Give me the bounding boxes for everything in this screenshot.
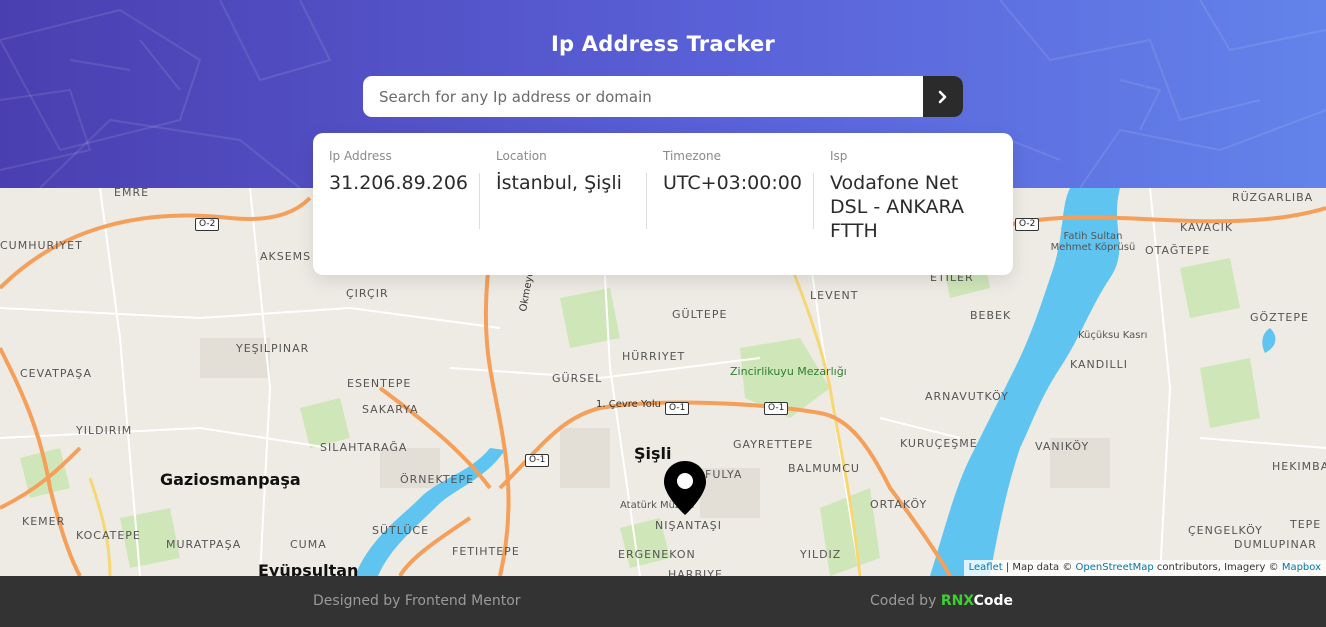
map-label: SAKARYA — [362, 403, 419, 416]
map-label: GÜRSEL — [552, 372, 603, 385]
map-label: KEMER — [22, 515, 66, 528]
map-label: ÇIRÇIR — [346, 287, 389, 300]
map-label: KURUÇEŞME — [900, 437, 978, 450]
poi-label: Fatih Sultan Mehmet Köprüsü — [1050, 231, 1136, 253]
map-label: DUMLUPINAR — [1234, 538, 1317, 551]
map-label: KOCATEPE — [76, 529, 141, 542]
map-label: FULYA — [705, 468, 743, 481]
attribution-text: contributors, Imagery © — [1153, 562, 1282, 573]
ip-address-label: Ip Address — [329, 149, 392, 163]
map-label: BALMUMCU — [788, 462, 860, 475]
designed-by-text: Designed by Frontend Mentor — [313, 593, 521, 609]
search-input[interactable] — [363, 76, 923, 117]
location-cell: Location İstanbul, Şişli — [479, 149, 663, 275]
map-label: ORTAKÖY — [870, 498, 928, 511]
map-label: YILDIZ — [800, 548, 842, 561]
map-label: GÜLTEPE — [672, 308, 728, 321]
ip-address-cell: Ip Address 31.206.89.206 — [329, 149, 496, 275]
map-label: GAYRETTEPE — [733, 438, 814, 451]
location-label: Location — [496, 149, 547, 163]
map-label: YILDIRIM — [76, 424, 133, 437]
location-pin-icon[interactable] — [662, 460, 708, 516]
map-label: YEŞILPINAR — [236, 342, 310, 355]
map-label: EMRE — [114, 188, 150, 199]
footer: Designed by Frontend Mentor Coded by RNX… — [0, 576, 1326, 627]
map-label: AKSEMS — [260, 250, 312, 263]
timezone-value: UTC+03:00:00 — [663, 172, 802, 194]
map-label: HÜRRIYET — [622, 350, 686, 363]
road-shield: O-1 — [764, 402, 789, 415]
road-shield: O-2 — [1015, 218, 1040, 231]
isp-value: Vodafone Net DSL - ANKARA FTTH — [830, 172, 964, 242]
map-label: BEBEK — [970, 309, 1012, 322]
map-label: RÜZGARLIBA — [1232, 191, 1314, 204]
map-label: ESENTEPE — [347, 377, 412, 390]
map-attribution: Leaflet | Map data © OpenStreetMap contr… — [963, 560, 1326, 576]
location-value: İstanbul, Şişli — [496, 172, 622, 194]
search-button[interactable] — [923, 76, 963, 117]
attribution-text: | Map data © — [1002, 562, 1076, 573]
timezone-cell: Timezone UTC+03:00:00 — [646, 149, 830, 275]
district-label: Eyüpsultan — [258, 561, 359, 576]
map-label: HARBIYE — [668, 568, 723, 576]
road-shield: O-2 — [195, 218, 220, 231]
map-label: OTAĞTEPE — [1145, 244, 1211, 257]
mapbox-link[interactable]: Mapbox — [1282, 562, 1321, 573]
poi-label: Zincirlikuyu Mezarlığı — [730, 365, 847, 378]
osm-link[interactable]: OpenStreetMap — [1076, 562, 1154, 573]
map-label: TEPE — [1290, 518, 1322, 531]
ip-address-value: 31.206.89.206 — [329, 172, 469, 194]
road-label: 1. Çevre Yolu — [596, 399, 662, 410]
map-label: SÜTLÜCE — [372, 524, 430, 537]
map-label: CUMA — [290, 538, 327, 551]
chevron-right-icon — [938, 90, 947, 103]
map-label: FETIHTEPE — [452, 545, 520, 558]
road-shield: O-1 — [525, 454, 550, 467]
map-label: HEKIMBA — [1272, 460, 1326, 473]
ip-info-card: Ip Address 31.206.89.206 Location İstanb… — [313, 133, 1013, 275]
page-title: Ip Address Tracker — [551, 32, 775, 56]
map-label: CEVATPAŞA — [20, 367, 93, 380]
map-label: KAVACIK — [1180, 221, 1234, 234]
leaflet-link[interactable]: Leaflet — [969, 562, 1003, 573]
map-label: ÇENGELKÖY — [1188, 524, 1263, 537]
district-label: Gaziosmanpaşa — [160, 470, 301, 489]
map-label: SILAHTARAĞA — [320, 441, 408, 454]
map-label: LEVENT — [810, 289, 859, 302]
coded-by-prefix: Coded by — [870, 593, 941, 609]
map-label: GÖZTEPE — [1250, 311, 1309, 324]
map-label: ÖRNEKTEPE — [400, 473, 475, 486]
coded-by-text: Coded by RNXCode — [870, 593, 1013, 609]
search-bar — [363, 76, 963, 117]
map-label: KANDILLI — [1070, 358, 1128, 371]
author-link-rnx[interactable]: RNX — [941, 593, 974, 609]
map-label: ERGENEKON — [618, 548, 696, 561]
map-label: VANIKÖY — [1035, 440, 1090, 453]
isp-label: Isp — [830, 149, 848, 163]
poi-label: Küçüksu Kasrı — [1078, 330, 1148, 341]
map-label: CUMHURIYET — [0, 239, 83, 252]
author-link-code[interactable]: Code — [974, 593, 1013, 609]
road-shield: O-1 — [665, 402, 690, 415]
map-label: MURATPAŞA — [166, 538, 242, 551]
map-label: ARNAVUTKÖY — [925, 390, 1009, 403]
map-label: NIŞANTAŞI — [655, 519, 723, 532]
isp-cell: Isp Vodafone Net DSL - ANKARA FTTH — [813, 149, 997, 275]
timezone-label: Timezone — [663, 149, 721, 163]
